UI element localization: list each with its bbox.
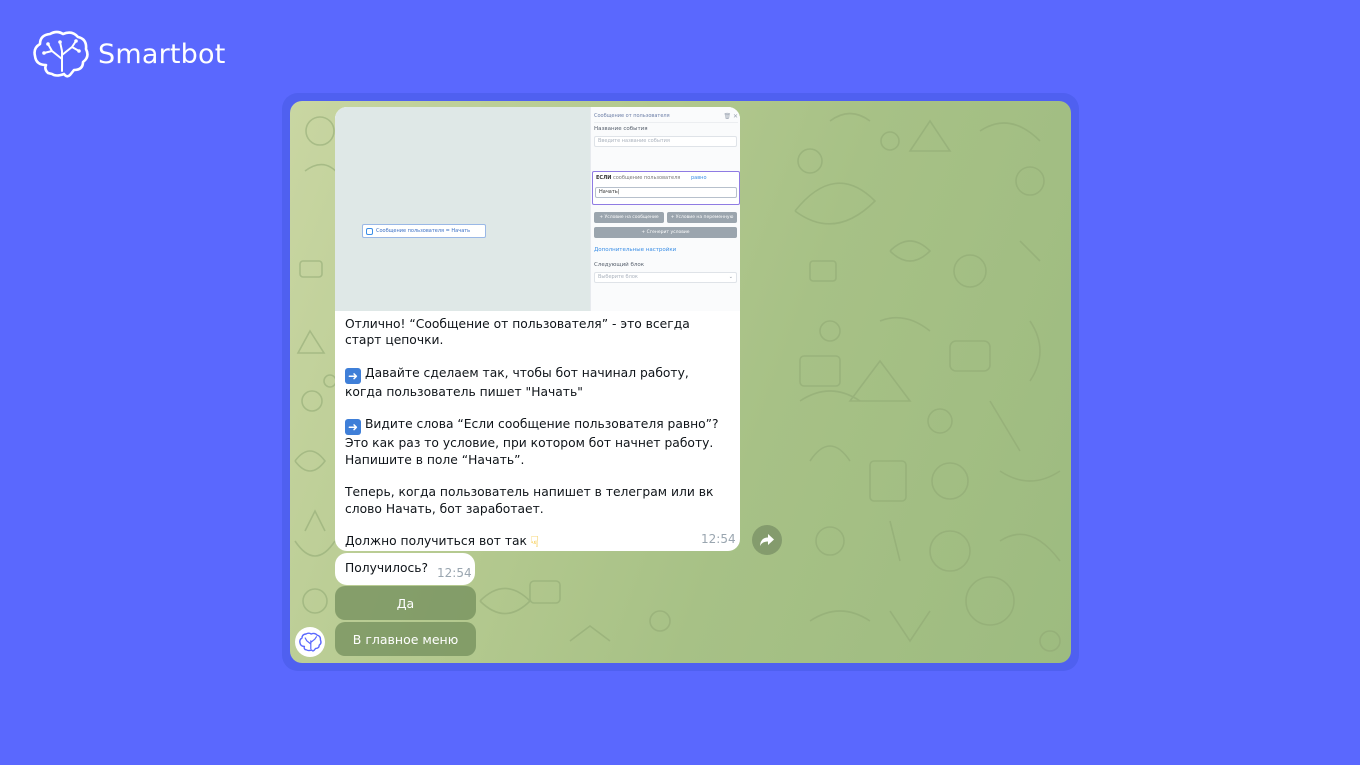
event-name-label: Название события — [594, 126, 648, 132]
bot-avatar[interactable] — [295, 627, 325, 657]
next-block-select: Выберите блок ⌄ — [594, 272, 737, 283]
paragraph-5: Должно получиться вот так ☟ — [345, 533, 730, 551]
paragraph-1: Отлично! “Сообщение от пользователя” - э… — [345, 317, 690, 348]
node-label: Сообщение пользователя = Начать — [376, 228, 471, 234]
next-block-label: Следующий блок — [594, 262, 645, 268]
next-block-placeholder: Выберите блок — [598, 274, 638, 280]
bot-question-bubble: Получилось? 12:54 — [335, 553, 475, 585]
paragraph-3-text: Видите слова “Если сообщение пользовател… — [345, 417, 719, 467]
condition-value-input: Начать| — [595, 187, 737, 198]
forward-button[interactable] — [752, 525, 782, 555]
screenshot-panel: Сообщение от пользователя 🗑 ✕ Название с… — [590, 107, 740, 311]
chat-frame: Сообщение пользователя = Начать Сообщени… — [282, 93, 1079, 671]
condition-operator: равно — [691, 175, 707, 181]
brain-tree-icon — [299, 632, 322, 652]
condition-box: ЕСЛИ сообщение пользователя равно Начать… — [592, 171, 740, 205]
paragraph-2: ➜ Давайте сделаем так, чтобы бот начинал … — [345, 365, 730, 400]
right-arrow-icon: ➜ — [345, 367, 361, 384]
group-condition-button: + Сгенерит условие — [594, 227, 737, 238]
condition-field: сообщение пользователя — [613, 175, 681, 181]
message-time: 12:54 — [701, 532, 736, 546]
paragraph-4: Теперь, когда пользователь напишет в тел… — [345, 485, 714, 516]
paragraph-3: ➜ Видите слова “Если сообщение пользовате… — [345, 416, 730, 468]
trash-close-icon: 🗑 ✕ — [723, 112, 738, 120]
brain-tree-icon — [33, 30, 89, 78]
node-check-icon — [366, 227, 373, 235]
bot-message-bubble: Сообщение пользователя = Начать Сообщени… — [335, 107, 740, 551]
screenshot-node: Сообщение пользователя = Начать — [362, 224, 486, 238]
condition-if-label: ЕСЛИ — [596, 175, 612, 181]
paragraph-2-text: Давайте сделаем так, чтобы бот начинал р… — [345, 365, 689, 399]
question-text: Получилось? — [345, 561, 429, 575]
message-screenshot[interactable]: Сообщение пользователя = Начать Сообщени… — [335, 107, 740, 311]
share-arrow-icon — [760, 534, 774, 546]
panel-header: Сообщение от пользователя 🗑 ✕ — [594, 110, 738, 123]
panel-title: Сообщение от пользователя — [594, 113, 670, 119]
chevron-down-icon: ⌄ — [728, 274, 733, 280]
event-name-input: Введите название события — [594, 136, 737, 147]
pointing-down-icon: ☟ — [529, 533, 540, 551]
screenshot-canvas: Сообщение пользователя = Начать — [335, 107, 590, 311]
main-menu-button[interactable]: В главное меню — [335, 622, 476, 656]
variable-condition-button: + Условие на переменную — [667, 212, 737, 223]
right-arrow-icon: ➜ — [345, 419, 361, 436]
chat-window: Сообщение пользователя = Начать Сообщени… — [290, 101, 1071, 663]
brand: Smartbot — [30, 29, 226, 79]
yes-button[interactable]: Да — [335, 586, 476, 620]
paragraph-5-text: Должно получиться вот так — [345, 534, 527, 549]
message-text: Отлично! “Сообщение от пользователя” - э… — [345, 316, 730, 551]
question-time: 12:54 — [437, 566, 472, 580]
message-condition-button: + Условие на сообщение — [594, 212, 664, 223]
extra-settings-link: Дополнительные настройки — [594, 247, 677, 253]
brand-name: Smartbot — [98, 38, 226, 70]
